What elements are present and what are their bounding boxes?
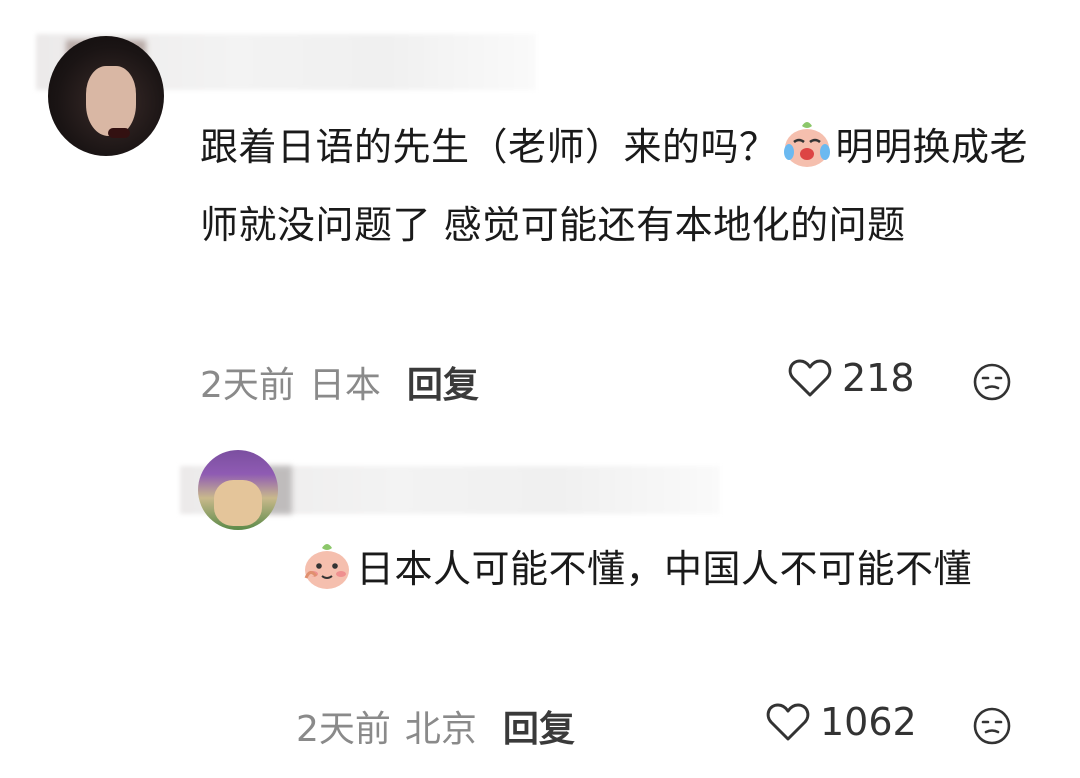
- comment-text-part-2: 日本人可能不懂，中国人不可能不懂: [356, 547, 973, 591]
- like-button[interactable]: 218: [788, 356, 915, 400]
- reply-button[interactable]: 回复: [407, 365, 479, 406]
- comment-text: 日本人可能不懂，中国人不可能不懂: [298, 530, 1038, 608]
- like-button[interactable]: 1062: [766, 700, 917, 744]
- comment-location: 日本: [308, 365, 381, 406]
- dislike-button[interactable]: [972, 362, 1012, 402]
- reply-button[interactable]: 回复: [503, 709, 575, 750]
- comment-text: 跟着日语的先生（老师）来的吗？ 明明换成老师就没问题了 感觉可能还有本地化的问题: [200, 108, 1030, 264]
- comment-item: 跟着日语的先生（老师）来的吗？ 明明换成老师就没问题了 感觉可能还有本地化的问题…: [0, 0, 1080, 430]
- comment-meta: 2天前 日本 回复: [200, 356, 479, 408]
- avatar[interactable]: [198, 450, 278, 530]
- comment-location: 北京: [404, 709, 477, 750]
- meh-face-icon: [973, 707, 1011, 745]
- comment-text-part-1: 跟着日语的先生（老师）来的吗？: [200, 125, 778, 169]
- comment-meta: 2天前 北京 回复: [296, 700, 575, 752]
- like-count: 1062: [820, 700, 917, 744]
- like-count: 218: [842, 356, 915, 400]
- heart-icon: [766, 703, 810, 741]
- crying-laugh-emoji-icon: [780, 116, 834, 170]
- dislike-button[interactable]: [972, 706, 1012, 746]
- meh-face-icon: [973, 363, 1011, 401]
- comment-time: 2天前: [296, 709, 391, 750]
- peach-cheek-emoji-icon: [300, 538, 354, 592]
- avatar[interactable]: [48, 36, 164, 156]
- comment-time: 2天前: [200, 365, 295, 406]
- heart-icon: [788, 359, 832, 397]
